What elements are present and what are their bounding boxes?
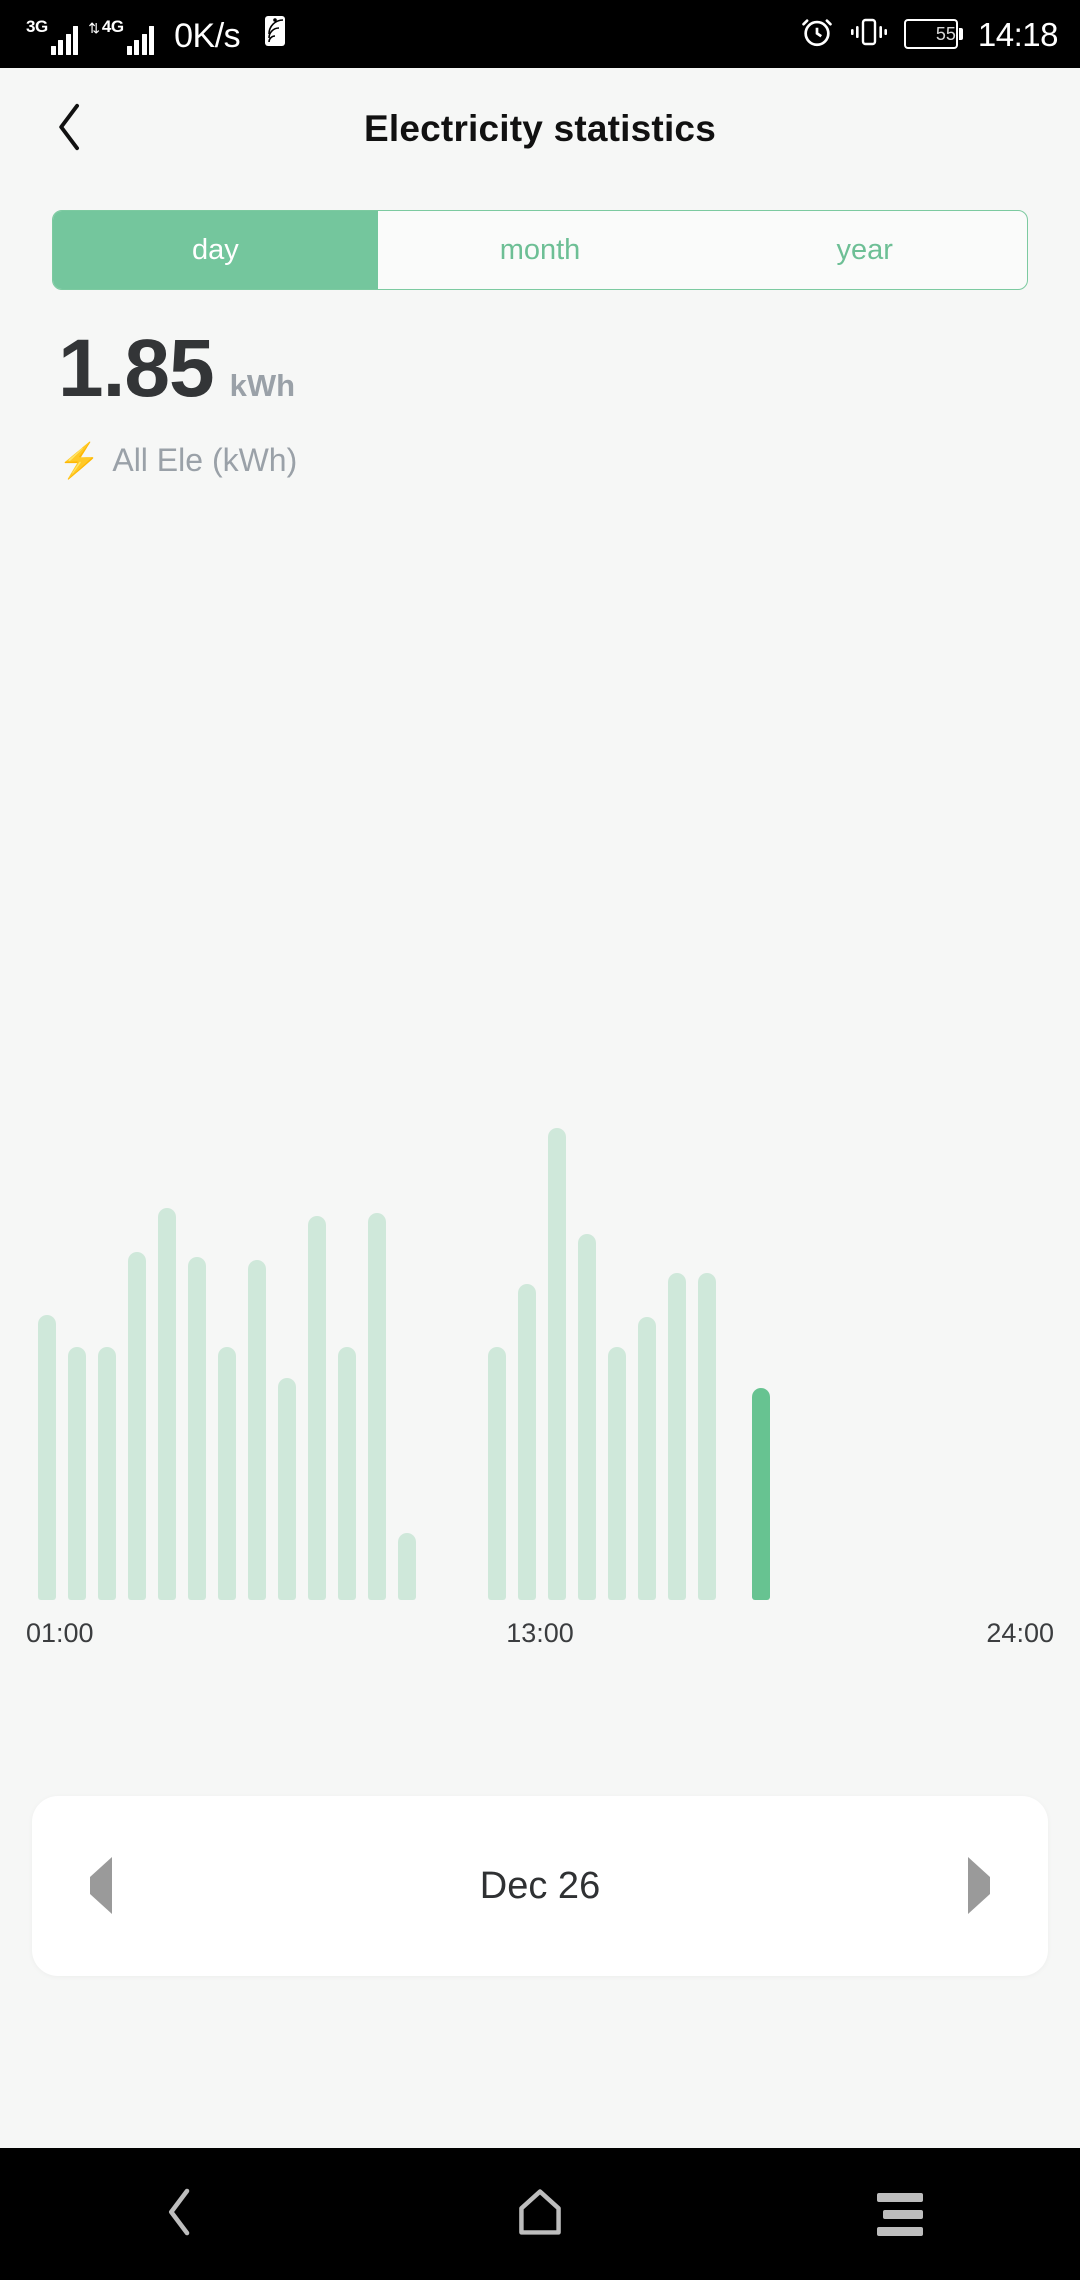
menu-lines-icon (877, 2192, 923, 2236)
chart-bar[interactable] (218, 1347, 236, 1600)
network-speed-label: 0K/s (174, 16, 241, 55)
triangle-left-icon (90, 1857, 112, 1914)
selected-date-label: Dec 26 (479, 1864, 601, 1907)
chart-bar[interactable] (188, 1257, 206, 1600)
chart-bar[interactable] (98, 1347, 116, 1600)
summary-block: 1.85 kWh ⚡ All Ele (kWh) (0, 328, 1080, 479)
clock-label: 14:18 (977, 15, 1059, 53)
chart-bar[interactable] (638, 1317, 656, 1600)
tab-year[interactable]: year (702, 211, 1027, 289)
chart-bar[interactable] (158, 1208, 176, 1600)
nav-home-button[interactable] (465, 2148, 615, 2280)
chart-bar[interactable] (398, 1533, 416, 1600)
chevron-left-icon (158, 2184, 202, 2245)
chart-x-axis: 01:00 13:00 24:00 (0, 1618, 1080, 1664)
axis-tick-middle: 13:00 (506, 1618, 574, 1648)
lightning-bolt-icon: ⚡ (58, 441, 101, 480)
home-icon (515, 2186, 565, 2243)
chart-bar[interactable] (248, 1260, 266, 1600)
network-type-3g-label: 3G (26, 16, 48, 36)
total-value: 1.85 (58, 323, 215, 414)
signal-3g: 3G (26, 16, 79, 55)
signal-bars-icon (50, 25, 79, 55)
chart-bar[interactable] (698, 1273, 716, 1600)
header-back-button[interactable] (34, 93, 106, 165)
next-date-button[interactable] (968, 1857, 990, 1914)
chart-bar[interactable] (68, 1347, 86, 1600)
chart-bar[interactable] (368, 1213, 386, 1600)
chart-bar[interactable] (668, 1273, 686, 1600)
system-navigation-bar (0, 2148, 1080, 2280)
battery-indicator: 55 (903, 19, 963, 49)
alarm-clock-icon (800, 15, 834, 54)
chart-bar[interactable] (38, 1315, 56, 1600)
chart-bar[interactable] (308, 1216, 326, 1600)
status-bar: 3G ⇅ 4G 0K/s 55 14:18 (0, 0, 1080, 68)
chart-bar[interactable] (488, 1347, 506, 1600)
electricity-bar-chart (0, 880, 1080, 1600)
signal-4g: ⇅ 4G (88, 16, 155, 55)
axis-tick-end: 24:00 (986, 1618, 1054, 1648)
chart-bar[interactable] (278, 1378, 296, 1600)
date-selector: Dec 26 (32, 1796, 1048, 1976)
nav-back-button[interactable] (105, 2148, 255, 2280)
app-header: Electricity statistics (0, 68, 1080, 190)
chart-bar[interactable] (338, 1347, 356, 1600)
battery-level-label: 55 (935, 24, 956, 44)
chart-plot-area (0, 880, 1080, 1600)
data-transfer-icon: ⇅ (88, 19, 100, 36)
nfc-tag-icon (262, 14, 288, 53)
status-bar-left: 3G ⇅ 4G 0K/s (26, 14, 288, 55)
status-bar-right: 55 14:18 (800, 15, 1059, 54)
vibrate-icon (849, 17, 889, 52)
total-value-row: 1.85 kWh (58, 328, 1022, 410)
nav-recents-button[interactable] (825, 2148, 975, 2280)
segmented-control: day month year (52, 210, 1028, 290)
chevron-left-icon (48, 97, 92, 162)
legend-label: All Ele (kWh) (112, 442, 298, 478)
legend-row: ⚡ All Ele (kWh) (58, 442, 1022, 479)
tab-month[interactable]: month (378, 211, 703, 289)
page-title: Electricity statistics (364, 108, 716, 149)
chart-bar[interactable] (578, 1234, 596, 1600)
prev-date-button[interactable] (90, 1857, 112, 1914)
tab-day[interactable]: day (53, 211, 378, 289)
total-unit: kWh (229, 368, 296, 403)
chart-bar[interactable] (752, 1388, 770, 1600)
chart-bar[interactable] (128, 1252, 146, 1600)
period-tabs: day month year (0, 210, 1080, 290)
chart-bar[interactable] (518, 1284, 536, 1600)
signal-bars-icon (126, 25, 155, 55)
triangle-right-icon (968, 1857, 990, 1914)
chart-bar[interactable] (608, 1347, 626, 1600)
network-type-4g-label: 4G (101, 16, 124, 36)
chart-bar[interactable] (548, 1128, 566, 1600)
axis-tick-start: 01:00 (26, 1618, 94, 1648)
